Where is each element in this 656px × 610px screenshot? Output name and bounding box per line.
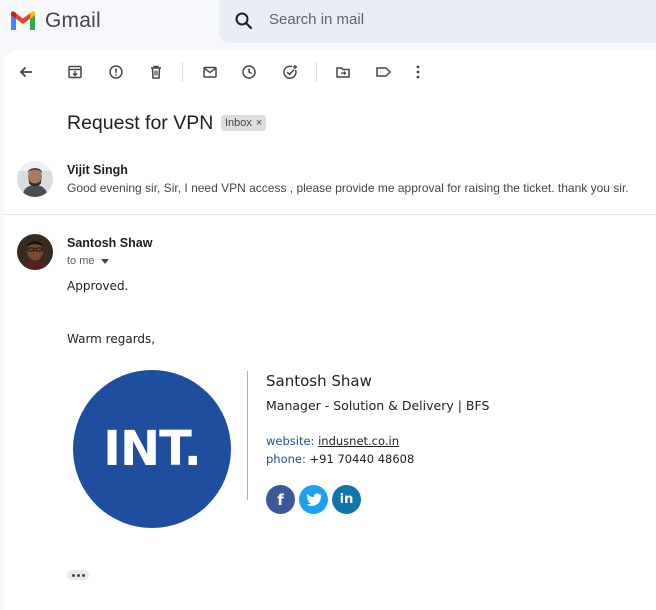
mark-unread-icon[interactable] xyxy=(200,63,220,81)
message-divider xyxy=(4,214,656,215)
sender-name: Vijit Singh xyxy=(67,163,128,177)
facebook-icon[interactable]: f xyxy=(266,485,295,514)
phone-number: +91 70440 48608 xyxy=(309,452,415,466)
message-snippet[interactable]: Good evening sir, Sir, I need VPN access… xyxy=(67,181,629,195)
remove-label-icon[interactable]: × xyxy=(256,117,262,129)
add-task-icon[interactable] xyxy=(280,63,300,81)
move-to-icon[interactable] xyxy=(333,63,353,81)
chevron-down-icon[interactable] xyxy=(100,258,109,264)
avatar[interactable] xyxy=(17,161,53,197)
email-panel: Request for VPN Inbox × Vijit Singh Good… xyxy=(4,50,656,610)
avatar[interactable] xyxy=(17,234,53,270)
search-bar[interactable] xyxy=(219,0,656,43)
signature-name: Santosh Shaw xyxy=(266,372,372,390)
signature-phone: phone: +91 70440 48608 xyxy=(266,452,414,466)
app-title: Gmail xyxy=(45,9,101,32)
search-icon[interactable] xyxy=(234,11,254,36)
dot xyxy=(71,573,75,577)
dot xyxy=(76,573,80,577)
phone-label: phone: xyxy=(266,452,306,466)
archive-icon[interactable] xyxy=(65,63,85,81)
delete-icon[interactable] xyxy=(146,63,166,81)
gmail-m-icon xyxy=(11,11,35,30)
website-label: website: xyxy=(266,434,315,448)
message-body-line: Warm regards, xyxy=(67,332,156,346)
twitter-icon[interactable] xyxy=(299,485,328,514)
show-trimmed-content-button[interactable] xyxy=(67,570,89,580)
message-body-line: Approved. xyxy=(67,279,129,293)
report-spam-icon[interactable] xyxy=(106,63,126,81)
top-bar: Gmail xyxy=(0,0,656,44)
toolbar-divider xyxy=(316,62,317,82)
signature-divider xyxy=(247,371,248,500)
more-vertical-icon[interactable] xyxy=(408,63,428,81)
back-arrow-icon[interactable] xyxy=(16,63,36,81)
label-icon[interactable] xyxy=(373,63,393,81)
recipient-details[interactable]: to me xyxy=(67,255,109,267)
snooze-icon[interactable] xyxy=(239,63,259,81)
logo-text: INT. xyxy=(103,421,202,477)
company-logo: INT. xyxy=(73,370,231,528)
sender-name: Santosh Shaw xyxy=(67,236,153,250)
linkedin-icon[interactable]: in xyxy=(332,485,361,514)
inbox-label-text: Inbox xyxy=(225,117,252,129)
dot xyxy=(81,573,85,577)
search-input[interactable] xyxy=(269,11,569,28)
signature-title: Manager - Solution & Delivery | BFS xyxy=(266,398,490,413)
recipient-text: to me xyxy=(67,255,95,267)
email-subject: Request for VPN xyxy=(67,112,214,134)
inbox-label-chip[interactable]: Inbox × xyxy=(221,115,267,131)
gmail-logo[interactable]: Gmail xyxy=(9,9,101,33)
signature-website: website: indusnet.co.in xyxy=(266,434,399,448)
website-link[interactable]: indusnet.co.in xyxy=(318,434,399,448)
toolbar-divider xyxy=(182,62,183,82)
